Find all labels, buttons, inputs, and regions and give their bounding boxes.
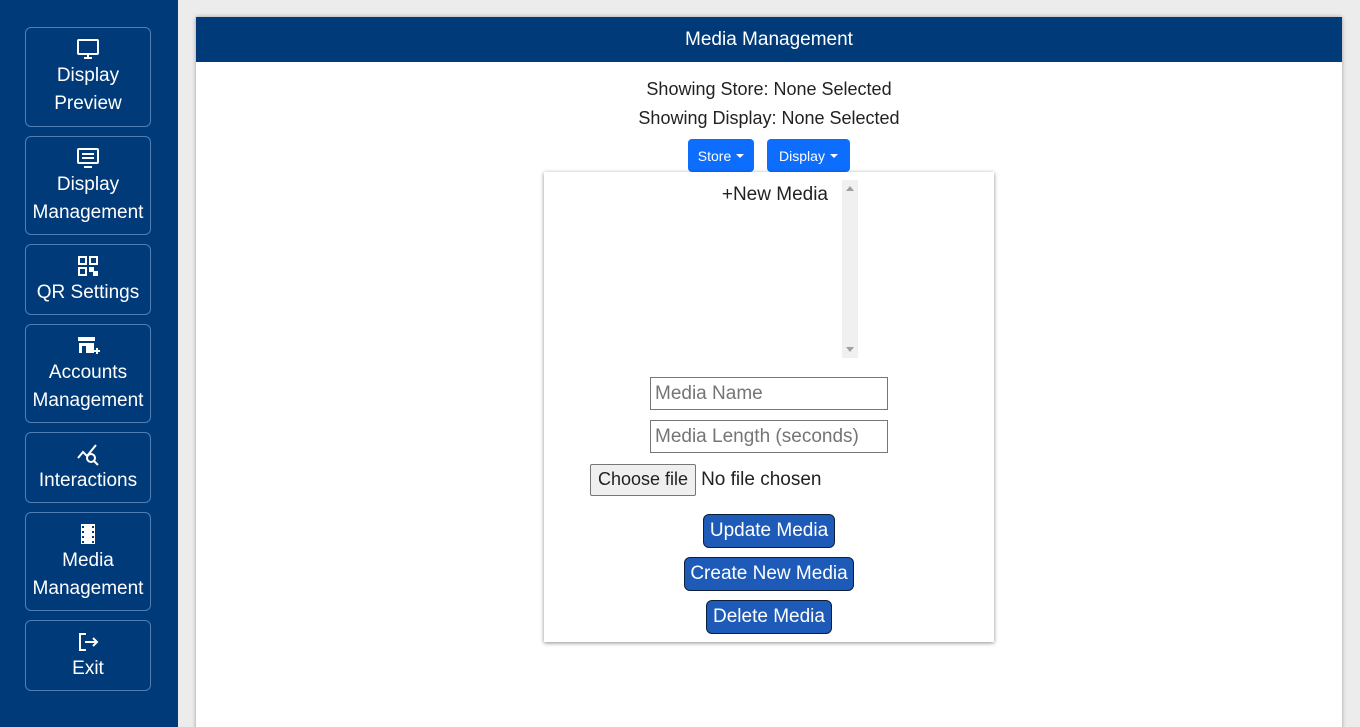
media-listbox[interactable]: +New Media — [544, 180, 858, 358]
sidebar-item-label: QR Settings — [36, 281, 140, 303]
main-panel: Media Management Showing Store: None Sel… — [196, 17, 1342, 727]
media-editor-card: +New Media Choose file No file chosen Up… — [544, 172, 994, 642]
caret-down-icon — [829, 153, 838, 158]
sidebar-item-qr-settings[interactable]: QR Settings — [25, 244, 151, 315]
sidebar-item-media-management[interactable]: Media Management — [25, 512, 151, 611]
display-settings-icon — [76, 145, 100, 171]
delete-media-button[interactable]: Delete Media — [706, 600, 832, 634]
caret-down-icon — [736, 153, 745, 158]
choose-file-button[interactable]: Choose file — [590, 463, 697, 496]
display-dropdown-label: Display — [779, 147, 825, 164]
qr-code-icon — [76, 253, 100, 279]
display-dropdown-button[interactable]: Display — [767, 139, 850, 172]
media-length-input[interactable] — [650, 420, 888, 453]
file-status-text: No file chosen — [701, 468, 822, 490]
sidebar-item-label: Display Preview — [54, 65, 122, 114]
sidebar-item-accounts-management[interactable]: Accounts Management — [25, 324, 151, 423]
sidebar-item-display-management[interactable]: Display Management — [25, 136, 151, 235]
media-name-input[interactable] — [650, 377, 888, 410]
list-item[interactable]: +New Media — [722, 184, 828, 206]
sidebar-item-label: Accounts Management — [32, 361, 144, 411]
sidebar-item-label: Display Management — [32, 173, 144, 223]
store-add-icon — [76, 333, 100, 359]
sidebar-item-label: Media Management — [32, 549, 144, 599]
page-title: Media Management — [196, 17, 1342, 62]
scroll-up-arrow-icon[interactable] — [846, 186, 854, 191]
display-status: Showing Display: None Selected — [638, 108, 900, 128]
store-dropdown-label: Store — [697, 147, 732, 164]
sidebar-item-exit[interactable]: Exit — [25, 620, 151, 691]
sidebar: Display Preview Display Management QR Se… — [0, 0, 178, 727]
film-icon — [76, 521, 100, 547]
sidebar-item-label: Exit — [72, 657, 104, 679]
store-dropdown-button[interactable]: Store — [688, 139, 754, 172]
monitor-icon — [76, 36, 100, 62]
sidebar-item-label: Interactions — [38, 469, 138, 491]
store-status: Showing Store: None Selected — [646, 79, 892, 99]
update-media-button[interactable]: Update Media — [703, 514, 835, 548]
file-picker: Choose file No file chosen — [590, 463, 821, 496]
sidebar-item-interactions[interactable]: Interactions — [25, 432, 151, 503]
create-media-button[interactable]: Create New Media — [684, 557, 854, 591]
media-list-scrollbar[interactable] — [842, 180, 858, 358]
sidebar-item-display-preview[interactable]: Display Preview — [25, 27, 151, 127]
chart-search-icon — [76, 441, 100, 467]
logout-icon — [76, 629, 100, 655]
scroll-down-arrow-icon[interactable] — [846, 347, 854, 352]
